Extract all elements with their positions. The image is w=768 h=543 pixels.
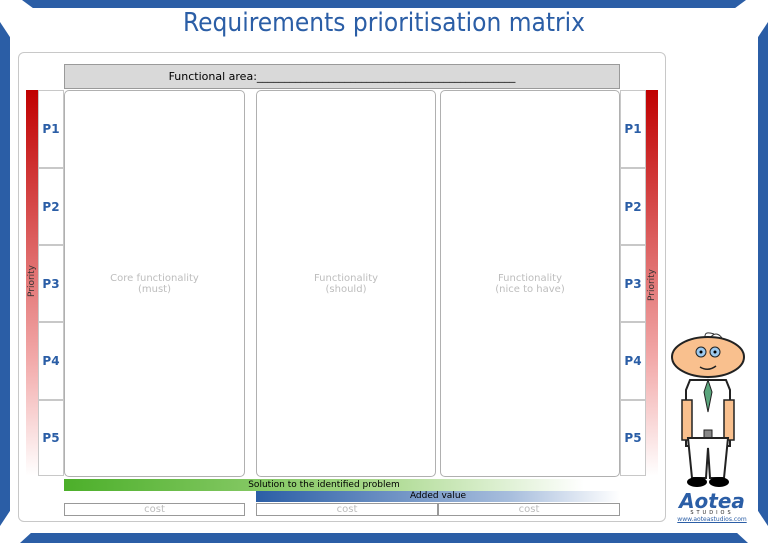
right-frame-bar	[758, 22, 768, 526]
aotea-logo: Aotea STUDIOS www.aoteastudios.com	[672, 489, 752, 523]
priority-row-right: P4	[620, 322, 646, 400]
page-title: Requirements prioritisation matrix	[183, 8, 585, 38]
column-nice-to-have[interactable]: Functionality (nice to have)	[440, 90, 620, 477]
priority-label: P3	[42, 276, 60, 291]
priority-row-right: P2	[620, 168, 646, 245]
cost-field-should[interactable]: cost	[256, 503, 438, 516]
added-value-bar: Added value	[256, 491, 620, 502]
priority-row-left: P5	[38, 400, 64, 476]
priority-row-right: P5	[620, 400, 646, 476]
priority-row-right: P1	[620, 90, 646, 168]
priority-label: P5	[624, 431, 642, 445]
priority-label: P2	[624, 199, 642, 214]
column-should[interactable]: Functionality (should)	[256, 90, 436, 477]
cost-field-must[interactable]: cost	[64, 503, 245, 516]
top-frame-bar	[22, 0, 746, 8]
solution-label: Solution to the identified problem	[248, 480, 400, 490]
priority-label-right: Priority	[647, 268, 657, 302]
left-frame-bar	[0, 22, 10, 526]
priority-label: P3	[624, 276, 642, 291]
priority-row-left: P2	[38, 168, 64, 245]
priority-label: P5	[42, 431, 60, 445]
priority-row-left: P3	[38, 245, 64, 322]
priority-label: P1	[624, 122, 642, 136]
functional-area-field[interactable]: Functional area:________________________…	[64, 64, 620, 89]
column-must[interactable]: Core functionality (must)	[64, 90, 245, 477]
priority-row-left: P4	[38, 322, 64, 400]
priority-label-left: Priority	[27, 264, 37, 298]
priority-label: P2	[42, 199, 60, 214]
logo-name: Aotea	[679, 489, 745, 513]
priority-label: P4	[624, 354, 642, 368]
solution-bar: Solution to the identified problem	[64, 479, 584, 491]
priority-label: P1	[42, 122, 60, 136]
bottom-frame-bar	[20, 533, 748, 543]
mascot-character-icon	[671, 332, 745, 487]
priority-row-right: P3	[620, 245, 646, 322]
added-value-label: Added value	[409, 491, 467, 501]
priority-row-left: P1	[38, 90, 64, 168]
cost-field-nice[interactable]: cost	[438, 503, 620, 516]
logo-url[interactable]: www.aoteastudios.com	[672, 516, 752, 523]
priority-label: P4	[42, 354, 60, 368]
